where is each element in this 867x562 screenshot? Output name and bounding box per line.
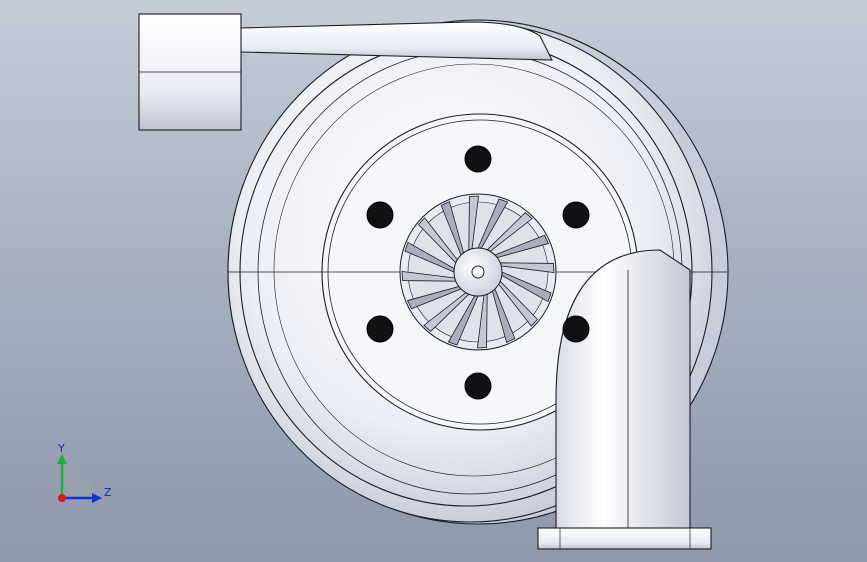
y-axis-label: Y bbox=[57, 442, 65, 455]
bolt-hole[interactable] bbox=[562, 315, 590, 343]
bolt-hole[interactable] bbox=[464, 372, 492, 400]
axis-triad: Y Z bbox=[57, 442, 112, 503]
bolt-hole[interactable] bbox=[562, 201, 590, 229]
triad-plane-icon bbox=[62, 466, 94, 498]
impeller-nut bbox=[471, 265, 485, 279]
z-axis-label: Z bbox=[104, 486, 112, 499]
bolt-hole[interactable] bbox=[464, 145, 492, 173]
y-axis-arrow-icon bbox=[57, 454, 67, 464]
cad-viewport[interactable] bbox=[0, 0, 867, 562]
bolt-hole[interactable] bbox=[366, 201, 394, 229]
outlet-flange-bottom[interactable] bbox=[537, 527, 712, 550]
outlet-pipe-top bbox=[239, 21, 553, 61]
z-axis-arrow-icon bbox=[92, 493, 102, 503]
impeller[interactable] bbox=[399, 193, 557, 351]
x-axis-dot-icon bbox=[58, 494, 66, 502]
bolt-hole[interactable] bbox=[366, 315, 394, 343]
